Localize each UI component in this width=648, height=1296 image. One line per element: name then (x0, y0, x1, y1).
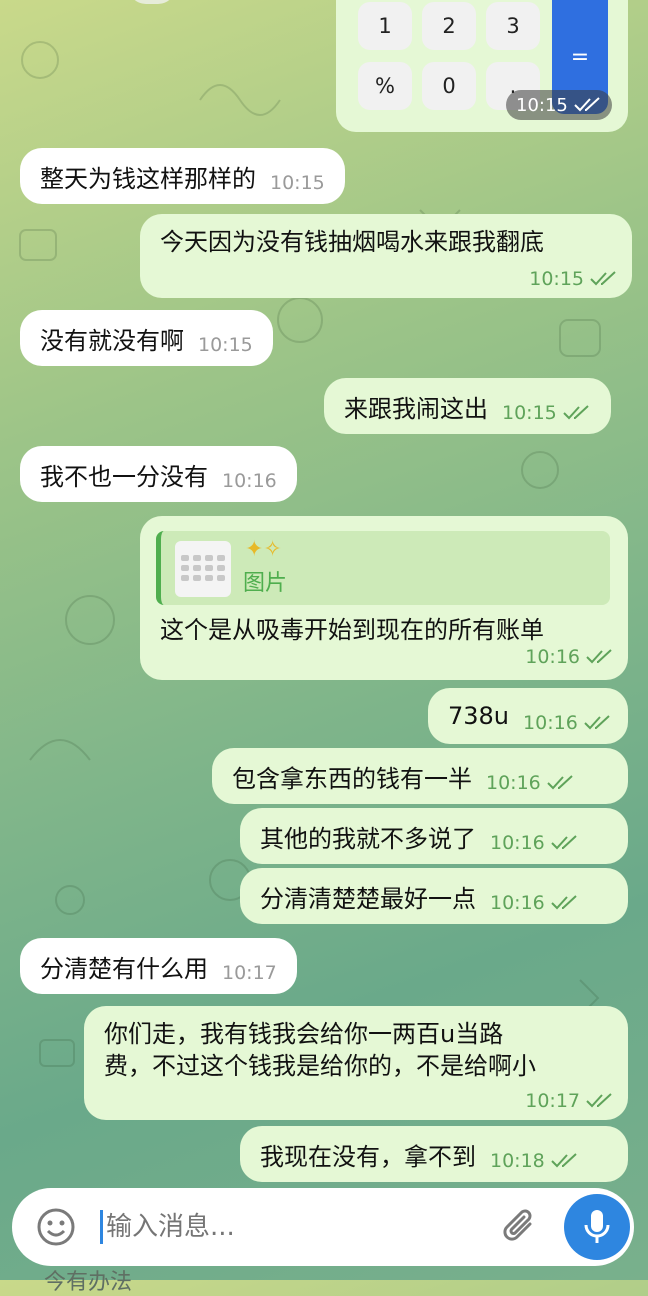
message-text: 没有就没有啊 (40, 326, 184, 355)
image-timestamp: 10:15 (506, 90, 612, 120)
calc-key: % (358, 62, 412, 110)
message-bubble-outgoing[interactable]: 我现在没有，拿不到 10:18 (240, 1126, 628, 1182)
double-check-icon (586, 649, 612, 664)
message-time: 10:15 (198, 334, 253, 356)
message-text: 今天因为没有钱抽烟喝水来跟我翻底 (160, 228, 544, 256)
message-text: 其他的我就不多说了 (260, 824, 476, 853)
message-text: 我不也一分没有 (40, 462, 208, 491)
message-bubble-outgoing[interactable]: 包含拿东西的钱有一半 10:16 (212, 748, 628, 804)
message-input[interactable] (104, 1204, 488, 1250)
message-text: 我现在没有，拿不到 (260, 1142, 476, 1171)
message-text: 这个是从吸毒开始到现在的所有账单 (160, 616, 544, 644)
reply-thumbnail (175, 541, 231, 597)
double-check-icon (563, 405, 589, 420)
double-check-icon (584, 715, 610, 730)
message-text-line: 你们走，我有钱我会给你一两百u当路 (104, 1020, 504, 1048)
message-text: 738u (448, 702, 510, 730)
double-check-icon (590, 271, 616, 286)
microphone-icon (584, 1210, 610, 1243)
double-check-icon (574, 97, 600, 112)
message-text: 整天为钱这样那样的 (40, 164, 256, 193)
text-cursor (100, 1210, 103, 1244)
message-text: 来跟我闹这出 (344, 394, 488, 423)
message-time: 10:16 (525, 646, 580, 668)
message-text: 分清清楚楚最好一点 (260, 884, 476, 913)
message-meta: 10:16 (525, 646, 614, 668)
message-bubble-outgoing[interactable]: 分清清楚楚最好一点 10:16 (240, 868, 628, 924)
double-check-icon (551, 835, 577, 850)
message-bubble-outgoing[interactable]: 738u 10:16 (428, 688, 628, 744)
message-bubble-incoming[interactable]: 整天为钱这样那样的 10:15 (20, 148, 345, 204)
message-time: 10:15 (529, 268, 584, 290)
double-check-icon (551, 1153, 577, 1168)
calc-key: 1 (358, 2, 412, 50)
reply-label: 图片 (243, 571, 288, 596)
message-text: 分清楚有什么用 (40, 954, 208, 983)
message-time: 10:15 (502, 402, 557, 424)
message-time: 10:17 (525, 1090, 580, 1112)
message-time: 10:16 (486, 772, 541, 794)
message-time: 10:16 (523, 712, 578, 734)
message-text: 包含拿东西的钱有一半 (232, 764, 472, 793)
message-time: 10:16 (490, 832, 545, 854)
message-bubble-outgoing[interactable]: 来跟我闹这出 10:15 (324, 378, 611, 434)
message-bubble-incoming[interactable]: 我不也一分没有 10:16 (20, 446, 297, 502)
message-bubble-incoming[interactable]: 分清楚有什么用 10:17 (20, 938, 297, 994)
sparkle-icon: ✦✧ (245, 537, 282, 562)
time-label: 10:15 (516, 94, 568, 116)
message-time: 10:18 (490, 1150, 545, 1172)
message-time: 10:15 (270, 172, 325, 194)
message-text-line: 费，不过这个钱我是给你的，不是给啊小 (104, 1052, 536, 1080)
reply-preview[interactable]: ✦✧ 图片 (156, 531, 610, 605)
message-bubble-outgoing[interactable]: 今天因为没有钱抽烟喝水来跟我翻底 10:15 (140, 214, 632, 298)
paperclip-icon[interactable] (500, 1206, 540, 1248)
partial-text-below: 今有办法 (44, 1270, 133, 1295)
calc-key: 3 (486, 2, 540, 50)
avatar-edge (128, 0, 176, 4)
message-composer (12, 1188, 634, 1266)
double-check-icon (551, 895, 577, 910)
microphone-button[interactable] (564, 1194, 630, 1260)
double-check-icon (586, 1093, 612, 1108)
message-bubble-outgoing[interactable]: 你们走，我有钱我会给你一两百u当路 费，不过这个钱我是给你的，不是给啊小 10:… (84, 1006, 628, 1120)
calc-key: 2 (422, 2, 476, 50)
message-time: 10:16 (490, 892, 545, 914)
smiley-icon[interactable] (36, 1207, 76, 1247)
calc-key: 0 (422, 62, 476, 110)
double-check-icon (547, 775, 573, 790)
message-bubble-outgoing[interactable]: 其他的我就不多说了 10:16 (240, 808, 628, 864)
message-time: 10:17 (222, 962, 277, 984)
message-time: 10:16 (222, 470, 277, 492)
message-bubble-incoming[interactable]: 没有就没有啊 10:15 (20, 310, 273, 366)
